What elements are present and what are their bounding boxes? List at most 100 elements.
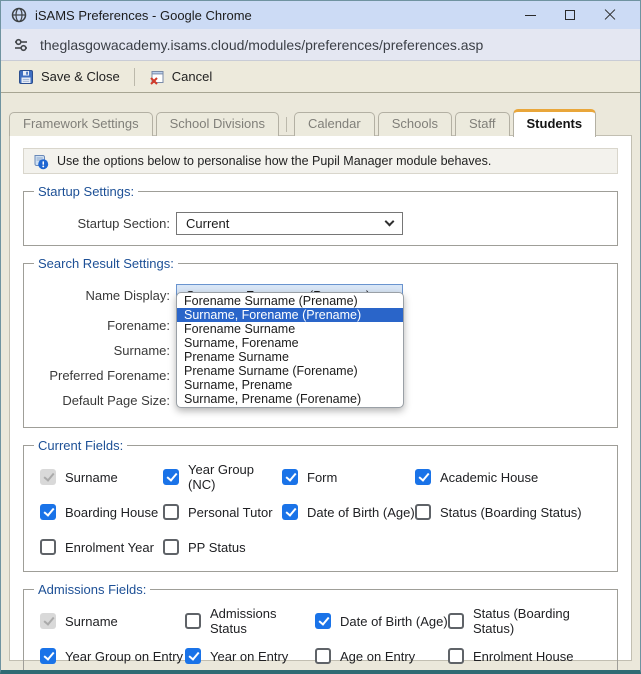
- checkbox-cell: Academic House: [415, 467, 611, 487]
- dropdown-option[interactable]: Prename Surname: [177, 350, 403, 364]
- checkbox-label: Personal Tutor: [188, 505, 273, 520]
- dropdown-option[interactable]: Surname, Forename: [177, 336, 403, 350]
- dropdown-option[interactable]: Prename Surname (Forename): [177, 364, 403, 378]
- tab-students[interactable]: Students: [513, 109, 597, 137]
- startup-section-row: Startup Section: Current: [30, 211, 611, 235]
- maximize-icon: [565, 10, 575, 20]
- tab-separator: [286, 117, 287, 132]
- checkbox-label: Date of Birth (Age): [307, 505, 415, 520]
- minimize-button[interactable]: [510, 2, 550, 28]
- address-bar[interactable]: theglasgowacademy.isams.cloud/modules/pr…: [1, 29, 640, 61]
- action-toolbar: Save & Close Cancel: [1, 61, 640, 93]
- checkbox-surname[interactable]: [40, 469, 56, 485]
- dropdown-option[interactable]: Surname, Forename (Prename): [177, 308, 403, 322]
- tab-schools[interactable]: Schools: [378, 112, 452, 136]
- checkbox-label: Admissions Status: [210, 606, 315, 636]
- checkbox-date-of-birth-age[interactable]: [282, 504, 298, 520]
- close-icon: [604, 9, 616, 21]
- dropdown-option[interactable]: Forename Surname: [177, 322, 403, 336]
- chevron-down-icon: [385, 216, 395, 226]
- close-button[interactable]: [590, 2, 630, 28]
- default-page-size-label: Default Page Size:: [30, 393, 170, 408]
- current-fields-group: Current Fields: Surname Year Group (NC) …: [23, 438, 618, 572]
- surname-label: Surname:: [30, 343, 170, 358]
- checkbox-cell: Status (Boarding Status): [448, 611, 611, 631]
- info-icon: [32, 153, 49, 170]
- checkbox-cell: Year on Entry: [185, 646, 315, 666]
- startup-section-select[interactable]: Current: [176, 212, 403, 235]
- checkbox-cell: Form: [282, 467, 415, 487]
- startup-settings-group: Startup Settings: Startup Section: Curre…: [23, 184, 618, 246]
- checkbox-year-group-nc[interactable]: [163, 469, 179, 485]
- checkbox-year-group-on-entry[interactable]: [40, 648, 56, 664]
- checkbox-cell: Age on Entry: [315, 646, 448, 666]
- checkbox-adm-surname[interactable]: [40, 613, 56, 629]
- dropdown-option[interactable]: Surname, Prename: [177, 378, 403, 392]
- checkbox-age-on-entry[interactable]: [315, 648, 331, 664]
- checkbox-cell: Surname: [40, 611, 185, 631]
- checkbox-academic-house[interactable]: [415, 469, 431, 485]
- checkbox-form[interactable]: [282, 469, 298, 485]
- admissions-fields-grid: Surname Admissions Status Date of Birth …: [30, 601, 611, 674]
- checkbox-enrolment-year[interactable]: [40, 539, 56, 555]
- checkbox-cell: Admissions Status: [185, 611, 315, 631]
- cancel-label: Cancel: [172, 69, 212, 84]
- checkbox-cell: Date of Birth (Age): [315, 611, 448, 631]
- checkbox-adm-date-of-birth-age[interactable]: [315, 613, 331, 629]
- checkbox-personal-tutor[interactable]: [163, 504, 179, 520]
- maximize-button[interactable]: [550, 2, 590, 28]
- forename-label: Forename:: [30, 318, 170, 333]
- url-text[interactable]: theglasgowacademy.isams.cloud/modules/pr…: [40, 37, 483, 53]
- checkbox-cell: Enrolment Year: [40, 537, 163, 557]
- checkbox-enrolment-house[interactable]: [448, 648, 464, 664]
- startup-section-label: Startup Section:: [30, 216, 170, 231]
- checkbox-label: Surname: [65, 614, 118, 629]
- checkbox-cell: PP Status: [163, 537, 282, 557]
- checkbox-boarding-house[interactable]: [40, 504, 56, 520]
- checkbox-label: Status (Boarding Status): [473, 606, 611, 636]
- checkbox-label: Form: [307, 470, 337, 485]
- globe-icon: [11, 7, 27, 23]
- tab-calendar[interactable]: Calendar: [294, 112, 375, 136]
- tab-framework-settings[interactable]: Framework Settings: [9, 112, 153, 136]
- students-tab-panel: Use the options below to personalise how…: [9, 135, 632, 661]
- save-close-label: Save & Close: [41, 69, 120, 84]
- checkbox-label: Surname: [65, 470, 118, 485]
- window-controls: [510, 2, 630, 28]
- checkbox-label: Age on Entry: [340, 649, 415, 664]
- checkbox-label: Status (Boarding Status): [440, 505, 582, 520]
- tab-school-divisions[interactable]: School Divisions: [156, 112, 279, 136]
- checkbox-adm-status-boarding-status[interactable]: [448, 613, 464, 629]
- checkbox-cell: Status (Boarding Status): [415, 502, 611, 522]
- dropdown-option[interactable]: Surname, Prename (Forename): [177, 392, 403, 406]
- checkbox-label: Enrolment Year: [65, 540, 154, 555]
- info-text: Use the options below to personalise how…: [57, 154, 491, 168]
- dropdown-option[interactable]: Forename Surname (Prename): [177, 294, 403, 308]
- checkbox-label: Boarding House: [65, 505, 158, 520]
- preferred-forename-label: Preferred Forename:: [30, 368, 170, 383]
- checkbox-cell: Year Group (NC): [163, 467, 282, 487]
- checkbox-label: Year Group on Entry: [65, 649, 183, 664]
- checkbox-admissions-status[interactable]: [185, 613, 201, 629]
- title-bar: iSAMS Preferences - Google Chrome: [1, 1, 640, 29]
- checkbox-label: Date of Birth (Age): [340, 614, 448, 629]
- chrome-popup-window: iSAMS Preferences - Google Chrome thegla…: [0, 0, 641, 674]
- startup-settings-legend: Startup Settings:: [34, 184, 138, 199]
- checkbox-cell: Enrolment House: [448, 646, 611, 666]
- current-fields-grid: Surname Year Group (NC) Form Academic Ho…: [30, 457, 611, 561]
- checkbox-status-boarding-status[interactable]: [415, 504, 431, 520]
- minimize-icon: [525, 15, 536, 16]
- admissions-fields-legend: Admissions Fields:: [34, 582, 150, 597]
- checkbox-label: Year on Entry: [210, 649, 288, 664]
- save-icon: [18, 69, 34, 85]
- checkbox-cell: Year Group on Entry: [40, 646, 185, 666]
- checkbox-label: PP Status: [188, 540, 246, 555]
- admissions-fields-group: Admissions Fields: Surname Admissions St…: [23, 582, 618, 674]
- checkbox-year-on-entry[interactable]: [185, 648, 201, 664]
- tab-staff[interactable]: Staff: [455, 112, 510, 136]
- save-close-button[interactable]: Save & Close: [9, 65, 129, 89]
- checkbox-label: Year Group (NC): [188, 462, 282, 492]
- cancel-button[interactable]: Cancel: [140, 65, 221, 89]
- tune-icon[interactable]: [13, 37, 29, 53]
- checkbox-pp-status[interactable]: [163, 539, 179, 555]
